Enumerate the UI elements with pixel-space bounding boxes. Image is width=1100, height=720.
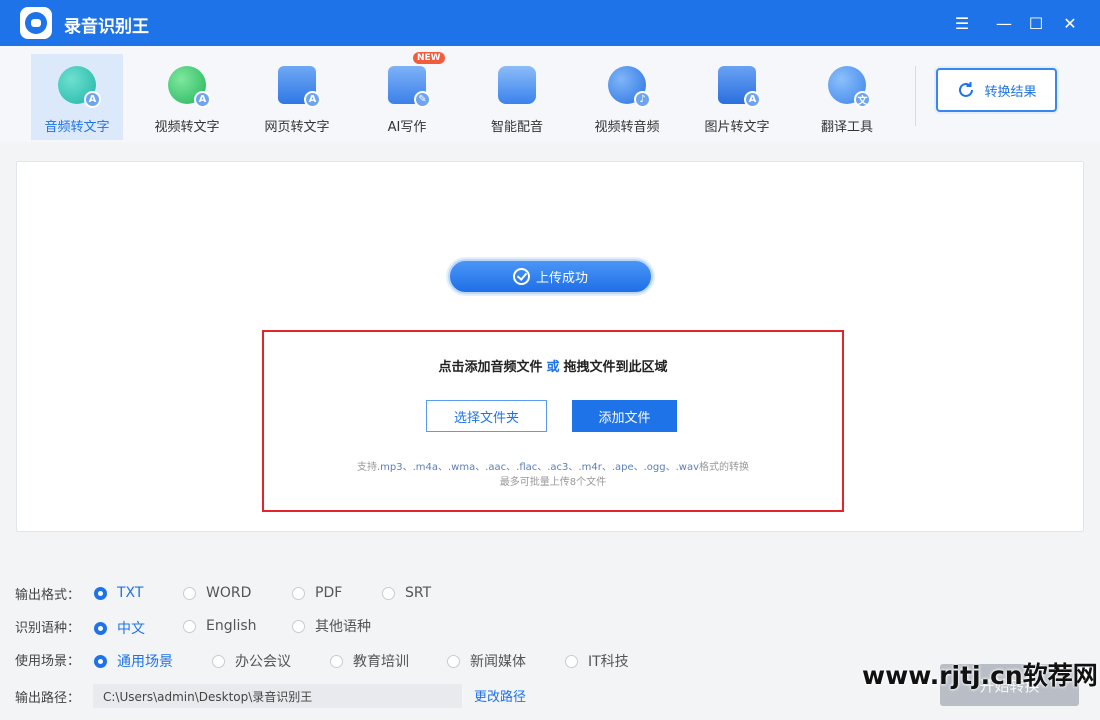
drop-title-part-a: 点击添加音频文件 <box>438 360 543 375</box>
toolbar-divider <box>915 66 916 126</box>
radio-format-pdf[interactable]: PDF <box>292 585 342 601</box>
tool-label: 智能配音 <box>490 120 543 135</box>
feature-toolbar: A 音频转文字 A 视频转文字 A 网页转文字 ✎ NEW AI写作 智能配音 … <box>0 46 1100 142</box>
tool-image-to-text[interactable]: A 图片转文字 <box>691 54 783 140</box>
tool-label: AI写作 <box>387 120 427 135</box>
watermark-text: www.rjtj.cn软荐网 <box>862 661 1098 690</box>
supported-formats-text: 支持.mp3、.m4a、.wma、.aac、.flac、.ac3、.m4r、.a… <box>264 460 842 490</box>
output-format-label: 输出格式： <box>15 587 81 603</box>
radio-scene-meeting[interactable]: 办公会议 <box>212 651 291 671</box>
tool-audio-to-text[interactable]: A 音频转文字 <box>31 54 123 140</box>
drop-zone-title: 点击添加音频文件或拖拽文件到此区域 <box>264 356 842 375</box>
tool-webpage-to-text[interactable]: A 网页转文字 <box>251 54 343 140</box>
audio-to-text-icon: A <box>58 66 101 108</box>
radio-format-txt[interactable]: TXT <box>94 585 143 601</box>
tool-label: 音频转文字 <box>44 120 110 135</box>
upload-limit-text: 最多可批量上传8个文件 <box>499 477 607 488</box>
video-to-audio-icon: ♪ <box>608 66 651 108</box>
change-path-link[interactable]: 更改路径 <box>474 686 526 705</box>
radio-scene-news[interactable]: 新闻媒体 <box>447 651 526 671</box>
upload-status-pill: 上传成功 <box>448 259 653 294</box>
select-folder-button[interactable]: 选择文件夹 <box>426 400 547 432</box>
maximize-button[interactable]: ☐ <box>1024 11 1048 35</box>
video-to-text-icon: A <box>168 66 211 108</box>
smart-dubbing-icon <box>498 66 536 104</box>
file-drop-zone[interactable]: 点击添加音频文件或拖拽文件到此区域 选择文件夹 添加文件 支持.mp3、.m4a… <box>262 330 844 512</box>
output-path-row: 输出路径： <box>15 685 93 707</box>
tool-label: 网页转文字 <box>264 120 330 135</box>
output-path-label: 输出路径： <box>15 690 81 706</box>
check-circle-icon <box>512 268 530 285</box>
app-logo-icon <box>20 7 52 39</box>
ai-writing-icon: ✎ <box>388 66 431 108</box>
support-prefix: 支持 <box>356 462 377 473</box>
translate-tool-icon: 文 <box>828 66 871 108</box>
new-badge: NEW <box>413 52 445 64</box>
image-to-text-icon: A <box>718 66 761 108</box>
radio-scene-general[interactable]: 通用场景 <box>94 651 173 671</box>
radio-scene-it[interactable]: IT科技 <box>565 651 629 671</box>
webpage-to-text-icon: A <box>278 66 321 108</box>
drop-title-part-b: 拖拽文件到此区域 <box>563 360 668 375</box>
tool-label: 翻译工具 <box>820 120 873 135</box>
language-label: 识别语种： <box>15 620 81 636</box>
radio-lang-other[interactable]: 其他语种 <box>292 616 371 636</box>
tool-smart-dubbing[interactable]: 智能配音 <box>471 54 563 140</box>
tool-translate[interactable]: 文 翻译工具 <box>801 54 893 140</box>
radio-format-srt[interactable]: SRT <box>382 585 431 601</box>
language-row: 识别语种： <box>15 615 93 637</box>
tool-video-to-audio[interactable]: ♪ 视频转音频 <box>581 54 673 140</box>
radio-scene-education[interactable]: 教育培训 <box>330 651 409 671</box>
scene-row: 使用场景： <box>15 648 93 670</box>
support-format-list: .mp3、.m4a、.wma、.aac、.flac、.ac3、.m4r、.ape… <box>376 462 700 473</box>
tool-label: 图片转文字 <box>704 120 770 135</box>
title-bar: 录音识别王 ☰ — ☐ ✕ <box>0 0 1100 46</box>
radio-lang-english[interactable]: English <box>183 618 257 634</box>
add-file-button[interactable]: 添加文件 <box>572 400 677 432</box>
radio-format-word[interactable]: WORD <box>183 585 251 601</box>
minimize-button[interactable]: — <box>992 11 1016 35</box>
tool-video-to-text[interactable]: A 视频转文字 <box>141 54 233 140</box>
result-button-label: 转换结果 <box>984 84 1037 100</box>
output-path-field[interactable]: C:\Users\admin\Desktop\录音识别王 <box>93 684 462 708</box>
drop-title-or: 或 <box>546 360 560 375</box>
scene-label: 使用场景： <box>15 653 81 669</box>
tool-label: 视频转文字 <box>154 120 220 135</box>
menu-icon[interactable]: ☰ <box>950 11 974 35</box>
radio-lang-chinese[interactable]: 中文 <box>94 618 145 638</box>
tool-label: 视频转音频 <box>594 120 660 135</box>
support-suffix: 格式的转换 <box>699 462 750 473</box>
tool-ai-writing[interactable]: ✎ NEW AI写作 <box>361 52 453 140</box>
close-button[interactable]: ✕ <box>1058 11 1082 35</box>
upload-status-text: 上传成功 <box>535 271 588 286</box>
refresh-icon <box>959 82 974 97</box>
output-format-row: 输出格式： <box>15 582 93 604</box>
conversion-result-button[interactable]: 转换结果 <box>936 68 1057 112</box>
app-title: 录音识别王 <box>64 17 149 37</box>
